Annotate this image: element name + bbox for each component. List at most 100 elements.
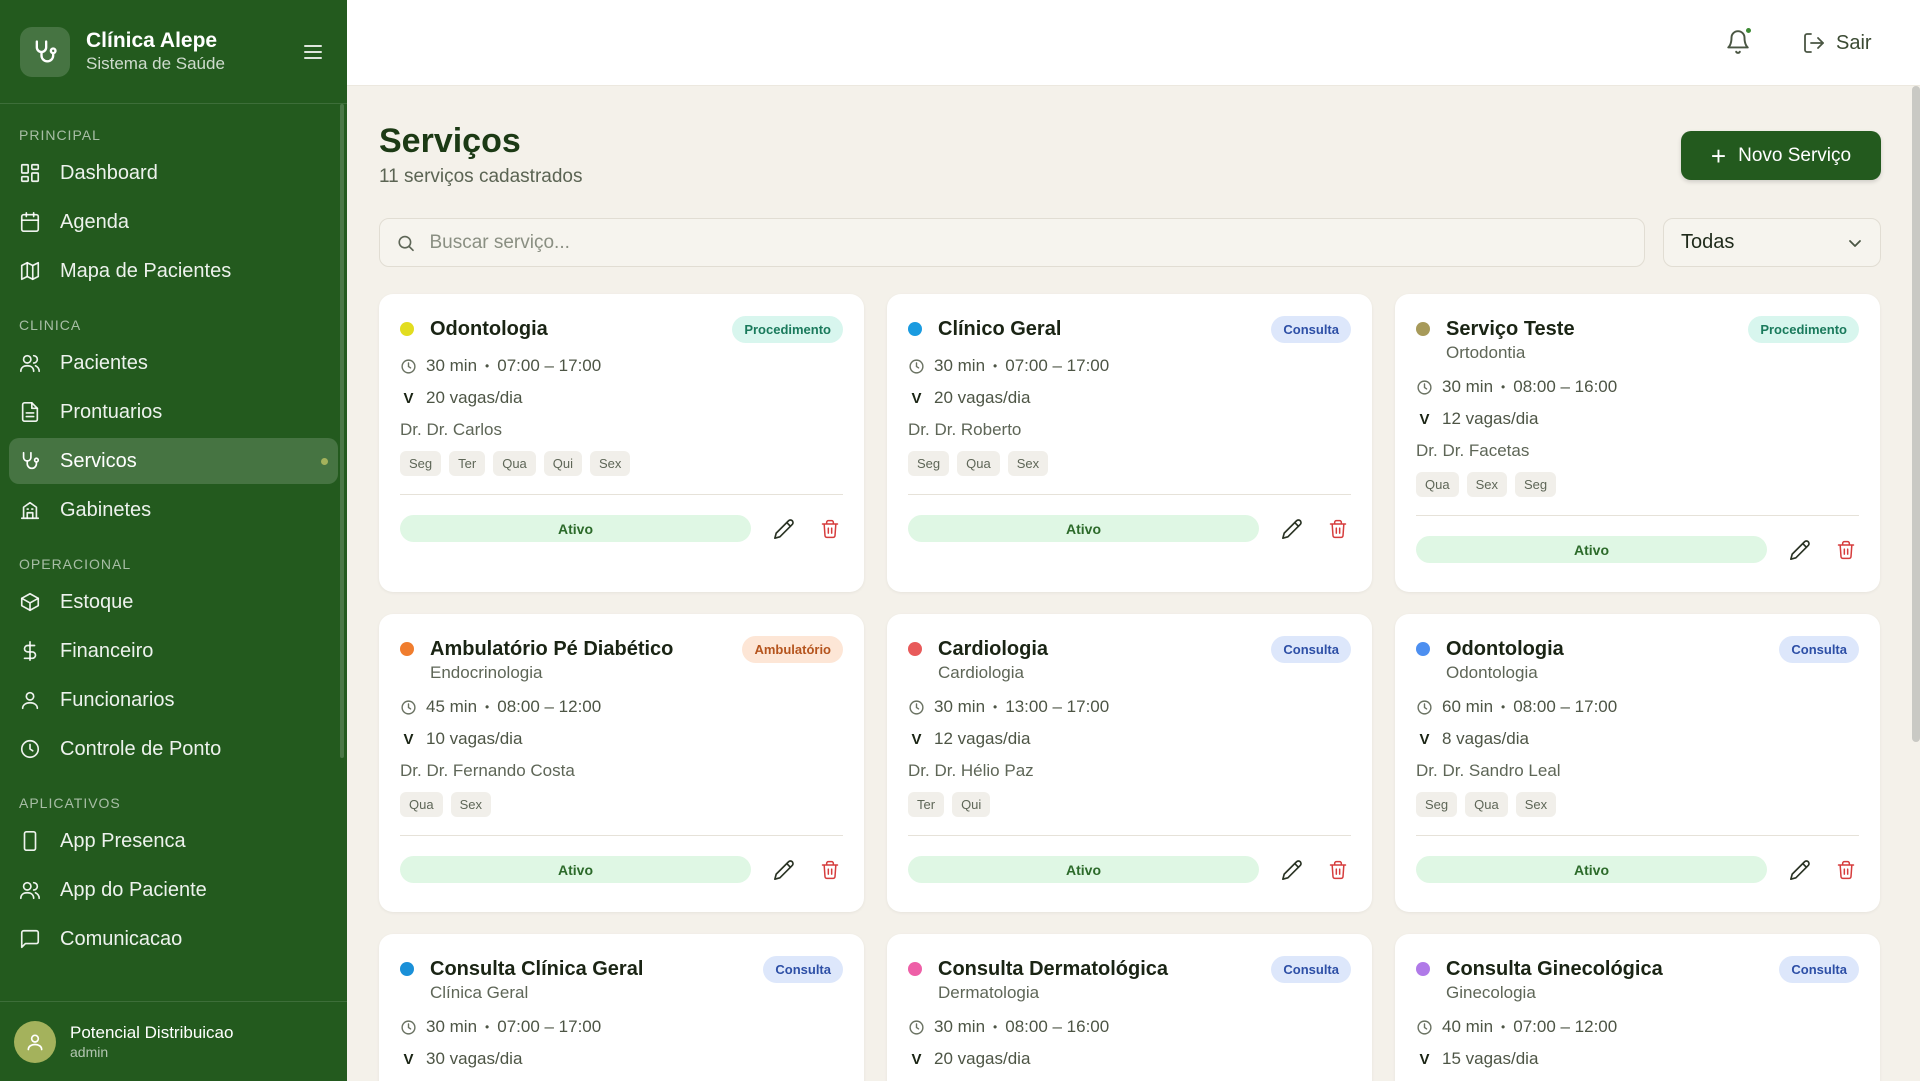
service-doctor: Dr. Dr. Roberto [908, 420, 1022, 439]
edit-pencil-icon[interactable] [1279, 516, 1305, 542]
sidebar-item-app-do-paciente[interactable]: App do Paciente [9, 867, 338, 913]
plus-icon: + [1710, 140, 1727, 171]
page-title: Serviços [379, 122, 521, 160]
user-profile[interactable]: Potencial Distribuicao admin [0, 1001, 347, 1081]
service-slots: 10 vagas/dia [426, 729, 523, 748]
sidebar-scrollbar[interactable] [340, 104, 344, 758]
stethoscope-icon [20, 26, 70, 77]
sidebar-item-comunicacao[interactable]: Comunicacao [9, 916, 338, 962]
delete-trash-icon[interactable] [1833, 537, 1859, 563]
hamburger-menu-icon[interactable] [299, 38, 327, 66]
day-chip: Qui [952, 792, 991, 817]
sidebar-item-estoque[interactable]: Estoque [9, 579, 338, 625]
service-type-badge: Consulta [1271, 956, 1351, 983]
delete-trash-icon[interactable] [1325, 857, 1351, 883]
edit-pencil-icon[interactable] [1787, 857, 1813, 883]
service-duration: 40 min [1442, 1017, 1494, 1036]
notifications-bell-icon[interactable] [1725, 26, 1753, 56]
service-specialty: Cardiologia [938, 663, 1024, 682]
day-chip: Qua [1416, 472, 1459, 497]
day-chip: Sex [1466, 472, 1507, 497]
clock-icon [20, 739, 40, 759]
sidebar-item-label: Funcionarios [60, 688, 175, 711]
service-doctor: Dr. Dr. Carlos [400, 420, 503, 439]
card-divider [908, 835, 1351, 836]
slots-icon: V [403, 1050, 414, 1068]
logout-button[interactable]: Sair [1802, 26, 1872, 60]
service-color-dot [1416, 642, 1430, 656]
clock-icon [909, 1019, 924, 1035]
edit-pencil-icon[interactable] [1787, 537, 1813, 563]
delete-trash-icon[interactable] [817, 516, 843, 542]
service-slots: 20 vagas/dia [934, 388, 1031, 407]
day-chip: Sex [1515, 792, 1557, 817]
search-input[interactable] [429, 231, 1628, 254]
sidebar-item-label: Dashboard [60, 161, 158, 184]
day-chip: Seg [1416, 792, 1458, 817]
day-chip: Qua [1465, 792, 1508, 817]
sidebar-item-pacientes[interactable]: Pacientes [9, 340, 338, 386]
new-service-button[interactable]: + Novo Serviço [1681, 131, 1881, 180]
day-chip: Qua [957, 451, 1000, 476]
status-badge[interactable]: Ativo [1416, 536, 1767, 563]
sidebar-item-financeiro[interactable]: Financeiro [9, 628, 338, 674]
service-slots: 30 vagas/dia [426, 1049, 523, 1068]
service-color-dot [908, 962, 922, 976]
sidebar-item-label: Comunicacao [60, 927, 183, 950]
message-icon [20, 929, 40, 949]
edit-pencil-icon[interactable] [1279, 857, 1305, 883]
service-card: Consulta Ginecológica Ginecologia Consulta… [1395, 934, 1880, 1081]
day-chip: Sex [1007, 451, 1049, 476]
service-type-badge: Procedimento [1748, 316, 1859, 343]
sidebar-item-app-presenca[interactable]: App Presenca [9, 818, 338, 864]
service-doctor: Dr. Dr. Facetas [1416, 441, 1530, 460]
status-badge[interactable]: Ativo [908, 515, 1259, 542]
slots-icon: V [1419, 410, 1430, 428]
stethoscope-icon [22, 451, 40, 470]
service-name: Consulta Clínica Geral [430, 958, 644, 980]
card-divider [1416, 835, 1859, 836]
service-duration: 60 min [1442, 697, 1494, 716]
day-chip: Sex [450, 792, 491, 817]
main-scrollbar[interactable] [1912, 86, 1920, 742]
phone-icon [23, 831, 37, 851]
sidebar-item-agenda[interactable]: Agenda [9, 199, 338, 245]
service-type-badge: Consulta [1271, 636, 1351, 663]
status-badge[interactable]: Ativo [1416, 856, 1767, 883]
sidebar-item-dashboard[interactable]: Dashboard [9, 150, 338, 196]
sidebar-item-mapa-de-pacientes[interactable]: Mapa de Pacientes [9, 248, 338, 294]
status-badge[interactable]: Ativo [400, 856, 751, 883]
status-badge[interactable]: Ativo [400, 515, 751, 542]
sidebar-item-label: Estoque [60, 590, 134, 613]
edit-pencil-icon[interactable] [771, 516, 797, 542]
sidebar-item-funcionarios[interactable]: Funcionarios [9, 677, 338, 723]
delete-trash-icon[interactable] [1833, 857, 1859, 883]
category-filter-select[interactable]: Todas [1663, 218, 1881, 267]
edit-pencil-icon[interactable] [771, 857, 797, 883]
map-icon [20, 261, 40, 281]
service-hours: 08:00 – 12:00 [497, 697, 602, 716]
sidebar-item-servicos[interactable]: Servicos [9, 438, 338, 484]
service-type-badge: Consulta [1779, 636, 1859, 663]
package-icon [20, 592, 40, 612]
page-subtitle: 11 serviços cadastrados [379, 166, 583, 187]
sidebar-nav: PRINCIPAL Dashboard Agenda Mapa de Paciente… [0, 104, 347, 1001]
service-type-badge: Consulta [1271, 316, 1351, 343]
clock-icon [401, 358, 416, 374]
delete-trash-icon[interactable] [1325, 516, 1351, 542]
clock-icon [401, 1019, 416, 1035]
sidebar-item-prontuarios[interactable]: Prontuarios [9, 389, 338, 435]
service-color-dot [908, 642, 922, 656]
clock-icon [1417, 1019, 1432, 1035]
sidebar-item-label: Gabinetes [60, 498, 152, 521]
delete-trash-icon[interactable] [817, 857, 843, 883]
status-badge[interactable]: Ativo [908, 856, 1259, 883]
service-card: Odontologia Procedimento 30 min • 07:00 – 17… [379, 294, 864, 592]
sidebar-item-label: Pacientes [60, 351, 148, 374]
sidebar-item-gabinetes[interactable]: Gabinetes [9, 487, 338, 533]
sidebar-item-controle-de-ponto[interactable]: Controle de Ponto [9, 726, 338, 772]
users-icon [20, 354, 40, 373]
day-chip: Seg [1514, 472, 1557, 497]
service-hours: 07:00 – 17:00 [497, 1017, 602, 1036]
new-service-label: Novo Serviço [1738, 144, 1852, 166]
